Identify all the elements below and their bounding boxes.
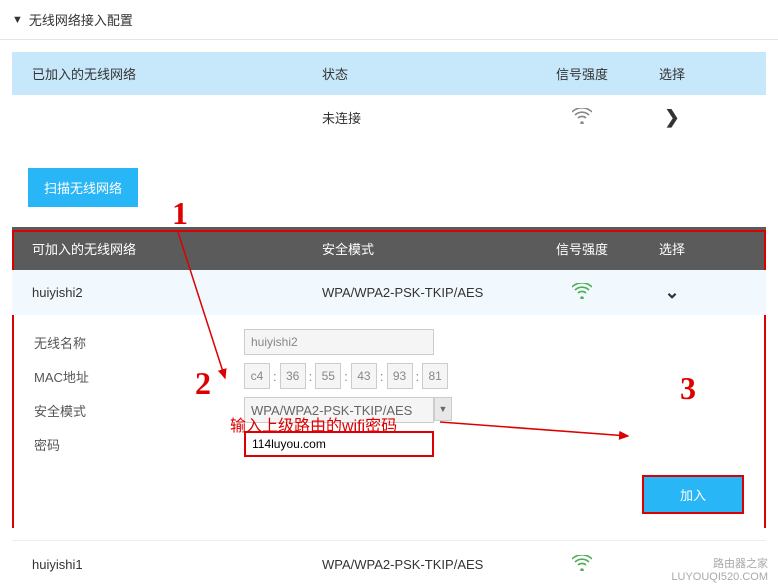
available-network-row[interactable]: huiyishi1 WPA/WPA2-PSK-TKIP/AES (12, 540, 766, 588)
avail-col-name: 可加入的无线网络 (32, 239, 322, 258)
scan-networks-button[interactable]: 扫描无线网络 (28, 168, 138, 207)
col-status-header: 状态 (322, 64, 532, 83)
joined-network-row: 未连接 ❯ (12, 95, 766, 140)
network-security-cell: WPA/WPA2-PSK-TKIP/AES (322, 557, 532, 572)
ssid-label: 无线名称 (34, 333, 244, 352)
wifi-icon (572, 108, 592, 127)
security-select[interactable]: WPA/WPA2-PSK-TKIP/AES (244, 397, 434, 423)
mac-octet-0 (244, 363, 270, 389)
mac-octet-4 (387, 363, 413, 389)
available-network-row[interactable]: huiyishi2 WPA/WPA2-PSK-TKIP/AES ⌄ (12, 270, 766, 315)
network-signal-cell (532, 283, 632, 302)
collapse-arrow-icon: ▼ (12, 14, 23, 26)
chevron-down-icon: ⌄ (664, 282, 679, 303)
mac-octet-5 (422, 363, 448, 389)
mac-input-group: : : : : : (244, 363, 448, 389)
watermark-line1: 路由器之家 (671, 555, 768, 571)
avail-col-signal: 信号强度 (532, 239, 632, 258)
network-name-cell: huiyishi2 (32, 285, 322, 300)
security-selected-value: WPA/WPA2-PSK-TKIP/AES (251, 403, 412, 418)
password-input[interactable] (244, 431, 434, 457)
col-name-header: 已加入的无线网络 (32, 64, 322, 83)
joined-status-cell: 未连接 (322, 108, 532, 127)
join-button[interactable]: 加入 (642, 475, 744, 514)
network-config-form: 无线名称 MAC地址 : : : : : 安全模式 WPA/WPA2-PSK-T… (12, 315, 766, 528)
wifi-strong-icon (572, 283, 592, 302)
col-signal-header: 信号强度 (532, 64, 632, 83)
password-label: 密码 (34, 435, 244, 454)
available-networks-header: 可加入的无线网络 安全模式 信号强度 选择 (12, 227, 766, 270)
mac-label: MAC地址 (34, 367, 244, 386)
security-label: 安全模式 (34, 401, 244, 420)
col-select-header: 选择 (632, 64, 712, 83)
joined-networks-header: 已加入的无线网络 状态 信号强度 选择 (12, 52, 766, 95)
mac-octet-2 (315, 363, 341, 389)
joined-select-cell[interactable]: ❯ (632, 107, 712, 128)
ssid-input (244, 329, 434, 355)
network-expand-cell[interactable]: ⌄ (632, 282, 712, 303)
wifi-strong-icon (572, 555, 592, 574)
network-signal-cell (532, 555, 632, 574)
mac-octet-3 (351, 363, 377, 389)
mac-octet-1 (280, 363, 306, 389)
network-name-cell: huiyishi1 (32, 557, 322, 572)
section-title: 无线网络接入配置 (29, 10, 133, 29)
watermark: 路由器之家 LUYOUQI520.COM (671, 555, 768, 583)
network-security-cell: WPA/WPA2-PSK-TKIP/AES (322, 285, 532, 300)
watermark-line2: LUYOUQI520.COM (671, 571, 768, 583)
section-header[interactable]: ▼ 无线网络接入配置 (0, 0, 778, 40)
joined-signal-cell (532, 108, 632, 127)
avail-col-security: 安全模式 (322, 239, 532, 258)
avail-col-select: 选择 (632, 239, 712, 258)
chevron-right-icon: ❯ (664, 107, 679, 128)
select-dropdown-icon: ▼ (434, 397, 452, 421)
